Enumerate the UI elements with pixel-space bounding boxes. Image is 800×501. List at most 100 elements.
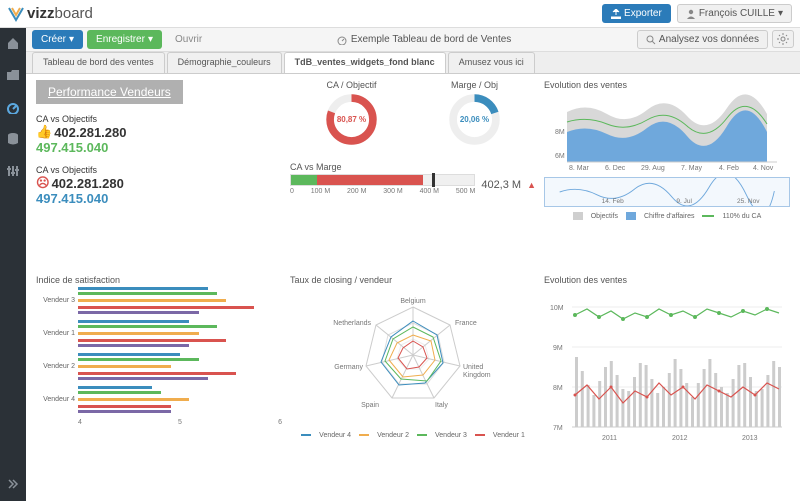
svg-text:9M: 9M [553,345,563,352]
nav-data-icon[interactable] [4,130,22,148]
svg-text:Spain: Spain [361,402,379,409]
user-name: François CUILLE [699,8,775,19]
svg-text:4. Nov: 4. Nov [753,165,774,172]
svg-text:2012: 2012 [672,435,688,442]
hbar-row: Vendeur 2 [36,363,282,370]
nav-expand-icon[interactable] [4,475,22,493]
hbar-row [36,372,282,375]
hbar-row [36,339,282,342]
perf-title: Performance Vendeurs [36,80,183,104]
dashboard-title: Exemple Tableau de bord de Ventes [337,34,512,45]
export-label: Exporter [624,8,662,19]
chevron-down-icon: ▾ [148,34,153,45]
svg-text:Belgium: Belgium [400,298,425,305]
donut1-title: CA / Objectif [324,80,379,90]
tab-1[interactable]: Démographie_couleurs [167,52,282,73]
hbar-row [36,353,282,356]
area-chart: 8M6M 8. Mar6. Dec29. Aug7. May4. Feb4. N… [544,92,790,172]
evo1-title: Evolution des ventes [544,80,790,90]
nav-folder-icon[interactable] [4,66,22,84]
save-button[interactable]: Enregistrer ▾ [87,30,162,49]
svg-text:6. Dec: 6. Dec [605,165,626,172]
panel-evolution-1: Evolution des ventes 8M6M 8. Mar6. Dec29… [544,80,790,267]
hbar-row [36,391,282,394]
evo2-title: Evolution des ventes [544,275,790,285]
svg-text:Germany: Germany [334,364,363,371]
panel-evolution-2: Evolution des ventes 10M9M8M7M 201120122… [544,275,790,496]
svg-text:2011: 2011 [602,435,617,442]
hbar-row [36,306,282,309]
logo-light: board [55,5,93,22]
gear-icon [777,33,789,45]
panel-kpis: Performance Vendeurs CA vs Objectifs 👍40… [36,80,282,267]
svg-text:4. Feb: 4. Feb [719,165,739,172]
create-button[interactable]: Créer ▾ [32,30,83,49]
svg-text:14. Feb: 14. Feb [602,198,624,205]
user-icon [686,9,696,19]
tab-3[interactable]: Amusez vous ici [448,52,535,73]
donut-ca-objectif: CA / Objectif 80,87 % [324,80,379,158]
settings-button[interactable] [772,30,794,48]
radar-title: Taux de closing / vendeur [290,275,536,285]
svg-text:7. May: 7. May [681,165,703,172]
panel-radar: Taux de closing / vendeur Belgium France… [290,275,536,496]
nav-settings-icon[interactable] [4,162,22,180]
svg-text:Kingdom: Kingdom [463,372,491,379]
hbar-row [36,325,282,328]
sad-icon: ☹ [36,175,50,191]
hbar-row [36,377,282,380]
hbar-row [36,410,282,413]
tabs: Tableau de bord des ventes Démographie_c… [26,52,800,74]
gauge-title: CA vs Marge [290,162,536,172]
sparkline[interactable]: 14. Feb9. Jul25. Nov [544,177,790,207]
evo1-legend: Objectifs Chiffre d'affaires 110% du CA [544,212,790,220]
topbar: vizzboard Exporter François CUILLE ▾ [0,0,800,28]
logo: vizzboard [8,5,93,22]
hbar-row: Vendeur 3 [36,297,282,304]
warning-icon: ▲ [527,180,536,190]
search-icon [646,35,656,45]
svg-text:France: France [455,320,477,327]
svg-text:8M: 8M [553,385,563,392]
nav-home-icon[interactable] [4,34,22,52]
hbar-row [36,311,282,314]
panel-donuts-gauge: CA / Objectif 80,87 % Marge / Obj 20,06 … [290,80,536,267]
hbar-row [36,287,282,290]
user-menu[interactable]: François CUILLE ▾ [677,4,792,23]
svg-text:29. Aug: 29. Aug [641,165,665,172]
export-icon [611,9,621,19]
svg-text:Netherlands: Netherlands [333,320,371,327]
dashboard-icon [337,35,347,45]
svg-text:Italy: Italy [435,402,448,409]
svg-text:25. Nov: 25. Nov [737,198,760,205]
gauge-value: 402,3 M [481,179,521,191]
open-button[interactable]: Ouvrir [166,30,211,49]
svg-text:7M: 7M [553,425,563,432]
content: Performance Vendeurs CA vs Objectifs 👍40… [26,74,800,501]
sat-title: Indice de satisfaction [36,275,282,285]
nav-dashboard-icon[interactable] [4,98,22,116]
kpi2-v2: 497.415.040 [36,191,282,206]
svg-text:United: United [463,364,483,371]
donut2-title: Marge / Obj [447,80,502,90]
chevron-down-icon: ▾ [69,34,74,45]
kpi-1: CA vs Objectifs 👍402.281.280 497.415.040 [36,114,282,155]
tab-2[interactable]: TdB_ventes_widgets_fond blanc [284,52,446,73]
tab-0[interactable]: Tableau de bord des ventes [32,52,165,73]
kpi1-v1: 402.281.280 [54,125,126,140]
hbar-row [36,358,282,361]
thumbs-up-icon: 👍 [36,124,52,140]
donut-marge-obj: Marge / Obj 20,06 % [447,80,502,158]
kpi2-v1: 402.281.280 [52,176,124,191]
hbar-row [36,292,282,295]
export-button[interactable]: Exporter [602,4,671,23]
sidebar [0,28,26,501]
analyze-button[interactable]: Analysez vos données [637,30,768,49]
hbar-row: Vendeur 4 [36,396,282,403]
donut1-value: 80,87 % [324,115,379,124]
hbar-row [36,320,282,323]
radar-chart: Belgium France UnitedKingdom Italy Spain… [290,287,536,427]
svg-text:8. Mar: 8. Mar [569,165,590,172]
svg-text:8M: 8M [555,129,565,136]
hbar-row [36,344,282,347]
